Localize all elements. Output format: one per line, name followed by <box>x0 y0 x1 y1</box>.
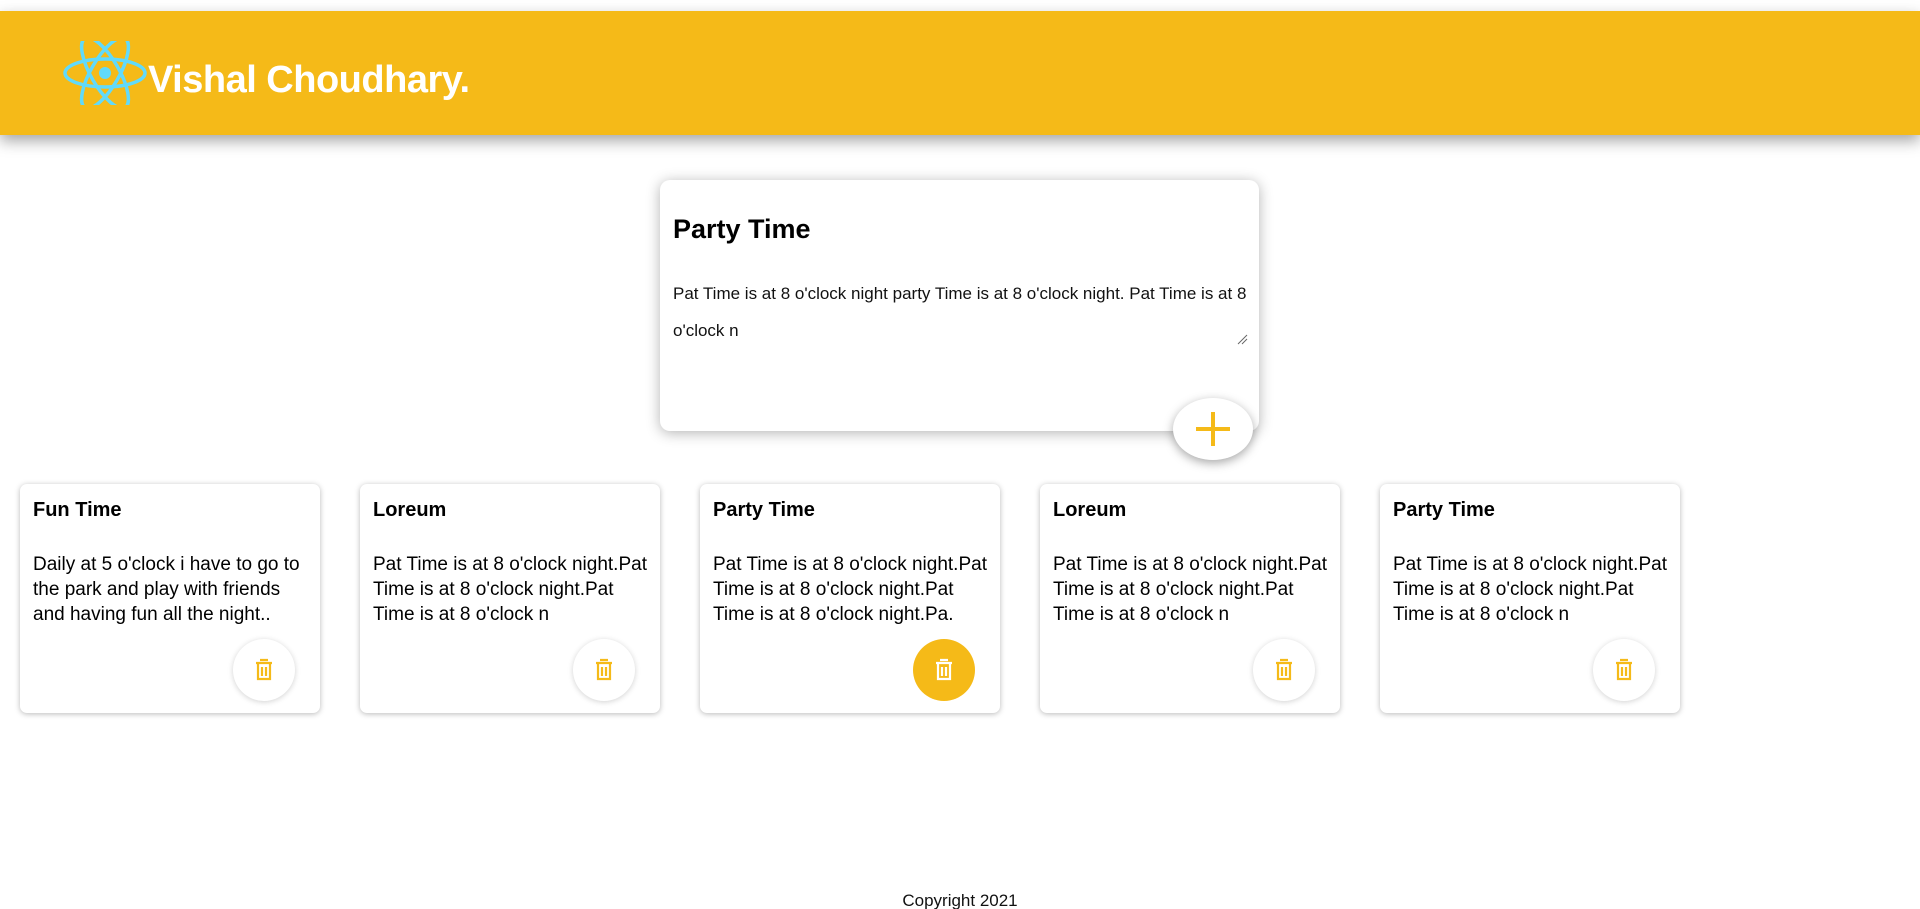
react-atom-icon <box>63 41 147 105</box>
trash-icon <box>256 658 272 681</box>
note-body: Daily at 5 o'clock i have to go to the p… <box>33 554 300 625</box>
create-note-title[interactable]: Party Time <box>673 214 811 245</box>
note-body: Pat Time is at 8 o'clock night.Pat Time … <box>1393 554 1667 625</box>
delete-note-button[interactable] <box>913 639 975 701</box>
note-card: Loreum Pat Time is at 8 o'clock night.Pa… <box>360 484 660 713</box>
note-card: Party Time Pat Time is at 8 o'clock nigh… <box>1380 484 1680 713</box>
note-title: Party Time <box>1393 499 1495 521</box>
resize-grip-icon[interactable] <box>1236 333 1248 345</box>
delete-note-button[interactable] <box>573 639 635 701</box>
page: Vishal Choudhary. Party Time Fun Time Da… <box>0 0 1920 909</box>
note-title: Loreum <box>373 499 447 521</box>
note-card: Fun Time Daily at 5 o'clock i have to go… <box>20 484 320 713</box>
app-header: Vishal Choudhary. <box>0 11 1920 135</box>
note-body: Pat Time is at 8 o'clock night.Pat Time … <box>1053 554 1327 625</box>
trash-icon <box>1276 658 1292 681</box>
note-title: Fun Time <box>33 499 122 521</box>
note-title: Loreum <box>1053 499 1127 521</box>
add-note-button[interactable] <box>1173 398 1253 460</box>
note-body: Pat Time is at 8 o'clock night.Pat Time … <box>713 554 987 625</box>
brand-name[interactable]: Vishal Choudhary. <box>148 59 470 102</box>
note-card: Party Time Pat Time is at 8 o'clock nigh… <box>700 484 1000 713</box>
create-note-card: Party Time <box>660 180 1259 431</box>
plus-icon <box>1196 412 1230 446</box>
trash-icon <box>1616 658 1632 681</box>
note-title: Party Time <box>713 499 815 521</box>
trash-icon <box>936 658 952 681</box>
delete-note-button[interactable] <box>1253 639 1315 701</box>
trash-icon <box>596 658 612 681</box>
footer-copyright: Copyright 2021 <box>902 891 1018 909</box>
create-note-content-input[interactable] <box>673 275 1251 341</box>
delete-note-button[interactable] <box>1593 639 1655 701</box>
note-card: Loreum Pat Time is at 8 o'clock night.Pa… <box>1040 484 1340 713</box>
note-body: Pat Time is at 8 o'clock night.Pat Time … <box>373 554 647 625</box>
delete-note-button[interactable] <box>233 639 295 701</box>
